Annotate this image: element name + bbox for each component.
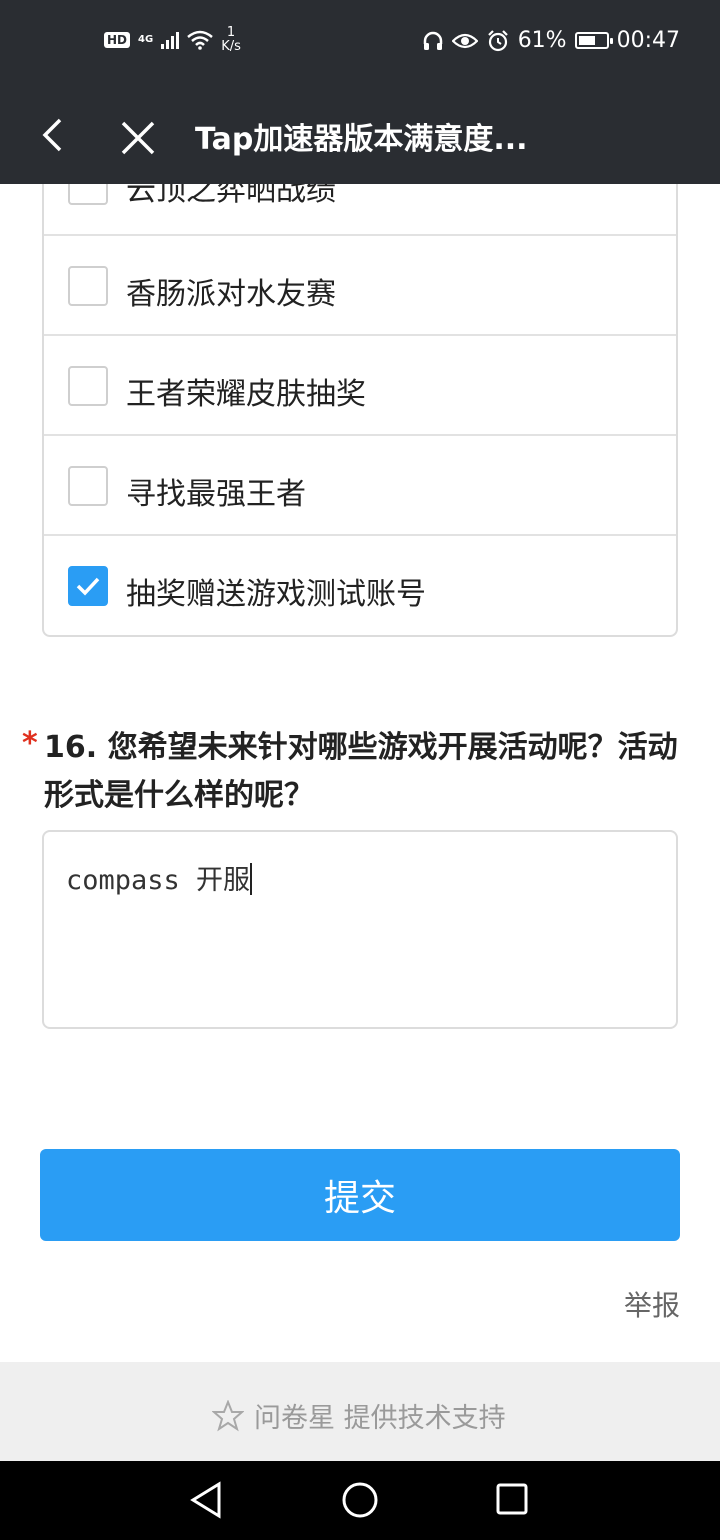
alarm-icon (487, 29, 508, 51)
option-label: 王者荣耀皮肤抽奖 (126, 377, 366, 412)
option-item[interactable]: 寻找最强王者 (44, 437, 676, 536)
required-mark: * (22, 726, 38, 761)
report-link[interactable]: 举报 (624, 1284, 680, 1324)
text-cursor (250, 863, 253, 895)
back-arrow-icon[interactable] (36, 118, 70, 152)
option-label: 寻找最强王者 (126, 477, 306, 512)
wifi-icon (187, 30, 213, 50)
page-title: Tap加速器版本满意度... (195, 122, 528, 157)
nav-back-icon[interactable] (188, 1481, 224, 1519)
network-speed: 1 K/s (221, 26, 241, 54)
status-left: HD 4G 1 K/s (104, 26, 241, 54)
nav-recents-icon[interactable] (495, 1481, 529, 1517)
checkbox-checked[interactable] (68, 566, 108, 606)
star-icon (212, 1399, 244, 1431)
question-title: 16. 您希望未来针对哪些游戏开展活动呢？活动形式是什么样的呢？ (44, 730, 678, 813)
signal-icon (161, 31, 180, 49)
speed-unit: K/s (221, 39, 241, 54)
option-label: 香肠派对水友赛 (126, 277, 336, 312)
status-bar: HD 4G 1 K/s 61% 00:47 (0, 0, 720, 84)
close-icon[interactable] (118, 118, 158, 158)
checkmark-icon (76, 577, 100, 596)
option-item[interactable]: 抽奖赠送游戏测试账号 (44, 537, 676, 635)
option-label: 云顶之弈晒战绩 (126, 184, 336, 208)
checkbox[interactable] (68, 466, 108, 506)
network-type: 4G (138, 34, 154, 45)
footer-text: 问卷星 提供技术支持 (254, 1403, 506, 1434)
battery-percent: 61% (517, 28, 567, 53)
nav-home-icon[interactable] (341, 1481, 379, 1519)
eye-icon (451, 33, 478, 48)
hd-badge: HD (104, 32, 131, 48)
answer-value: compass 开服 (66, 863, 253, 896)
battery-icon (574, 32, 613, 49)
nav-bar: Tap加速器版本满意度... (0, 84, 720, 184)
option-item[interactable]: 云顶之弈晒战绩 (44, 184, 676, 236)
answer-textarea[interactable]: compass 开服 (42, 830, 678, 1029)
headphones-icon (423, 31, 442, 50)
submit-button[interactable]: 提交 (40, 1149, 680, 1241)
option-label: 抽奖赠送游戏测试账号 (126, 577, 426, 612)
checkbox[interactable] (68, 184, 108, 205)
system-nav-bar (0, 1461, 720, 1540)
checkbox[interactable] (68, 266, 108, 306)
clock: 00:47 (616, 28, 680, 53)
speed-value: 1 (226, 25, 236, 40)
options-list: 云顶之弈晒战绩 香肠派对水友赛 王者荣耀皮肤抽奖 寻找最强王者 抽奖赠送游戏测试… (42, 184, 678, 637)
status-right: 61% 00:47 (422, 28, 680, 53)
footer-content: 问卷星 提供技术支持 (212, 1396, 506, 1435)
option-item[interactable]: 香肠派对水友赛 (44, 237, 676, 336)
checkbox[interactable] (68, 366, 108, 406)
option-item[interactable]: 王者荣耀皮肤抽奖 (44, 337, 676, 436)
footer: 问卷星 提供技术支持 (0, 1362, 720, 1461)
